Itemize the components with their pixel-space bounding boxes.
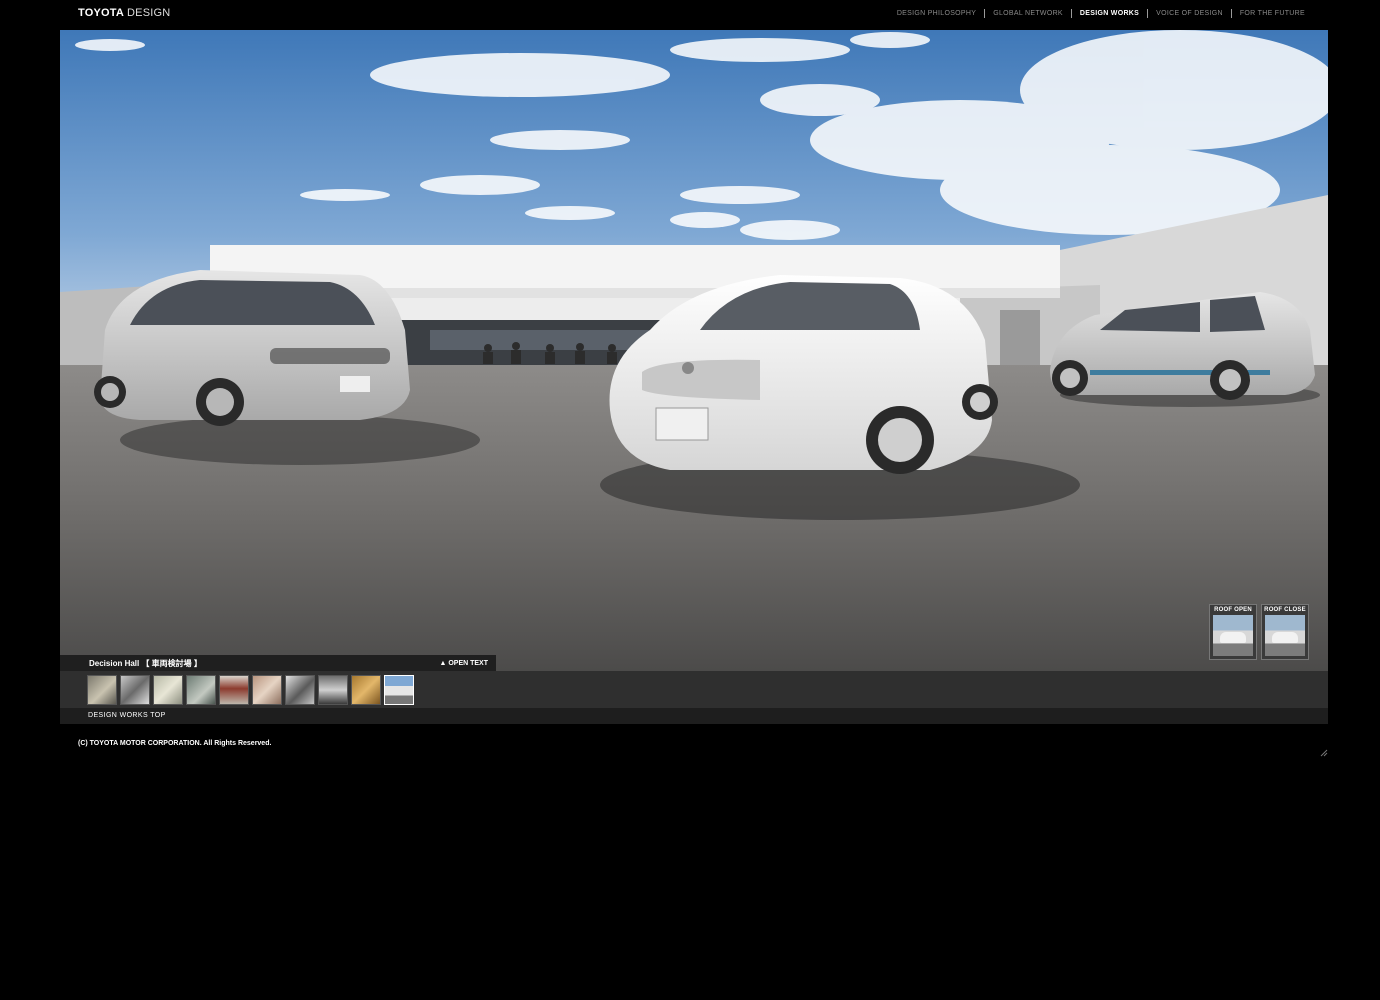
thumbnail-list xyxy=(87,675,414,705)
thumbnail-1[interactable] xyxy=(87,675,117,705)
roof-close-thumbnail xyxy=(1265,615,1305,656)
open-text-button[interactable]: ▲ OPEN TEXT xyxy=(439,660,488,667)
design-works-top-link[interactable]: DESIGN WORKS TOP xyxy=(88,712,166,719)
copyright-text: (C) TOYOTA MOTOR CORPORATION. All Rights… xyxy=(78,740,272,747)
sub-navigation-bar: DESIGN WORKS TOP xyxy=(60,708,1328,724)
roof-open-button[interactable]: ROOF OPEN xyxy=(1209,604,1257,660)
thumbnail-5[interactable] xyxy=(219,675,249,705)
resize-grip-icon[interactable] xyxy=(1320,749,1328,757)
roof-open-label: ROOF OPEN xyxy=(1214,607,1252,613)
caption-bar: Decision Hall 【 車両検討場 】 ▲ OPEN TEXT xyxy=(60,655,496,671)
thumbnail-3[interactable] xyxy=(153,675,183,705)
thumbnail-2[interactable] xyxy=(120,675,150,705)
nav-design-works[interactable]: DESIGN WORKS xyxy=(1072,9,1147,18)
roof-open-thumbnail xyxy=(1213,615,1253,656)
thumbnail-strip xyxy=(60,671,1328,708)
caption-title: Decision Hall 【 車両検討場 】 xyxy=(89,658,202,668)
thumbnail-4[interactable] xyxy=(186,675,216,705)
thumbnail-6[interactable] xyxy=(252,675,282,705)
nav-voice-of-design[interactable]: VOICE OF DESIGN xyxy=(1148,9,1231,18)
logo-suffix: DESIGN xyxy=(127,7,171,19)
roof-close-label: ROOF CLOSE xyxy=(1264,607,1306,613)
photo-illustration xyxy=(60,30,1328,671)
thumbnail-8[interactable] xyxy=(318,675,348,705)
decision-hall-photo: ROOF OPEN ROOF CLOSE xyxy=(60,30,1328,671)
thumbnail-10-current[interactable] xyxy=(384,675,414,705)
nav-global-network[interactable]: GLOBAL NETWORK xyxy=(985,9,1071,18)
thumbnail-9[interactable] xyxy=(351,675,381,705)
nav-for-the-future[interactable]: FOR THE FUTURE xyxy=(1232,9,1313,18)
top-navigation: DESIGN PHILOSOPHY GLOBAL NETWORK DESIGN … xyxy=(889,9,1313,18)
toyota-design-logo[interactable]: TOYOTA DESIGN xyxy=(78,7,170,19)
roof-close-button[interactable]: ROOF CLOSE xyxy=(1261,604,1309,660)
nav-design-philosophy[interactable]: DESIGN PHILOSOPHY xyxy=(889,9,984,18)
thumbnail-7[interactable] xyxy=(285,675,315,705)
page: TOYOTA DESIGN DESIGN PHILOSOPHY GLOBAL NE… xyxy=(0,0,1380,1000)
logo-brand: TOYOTA xyxy=(78,7,125,19)
